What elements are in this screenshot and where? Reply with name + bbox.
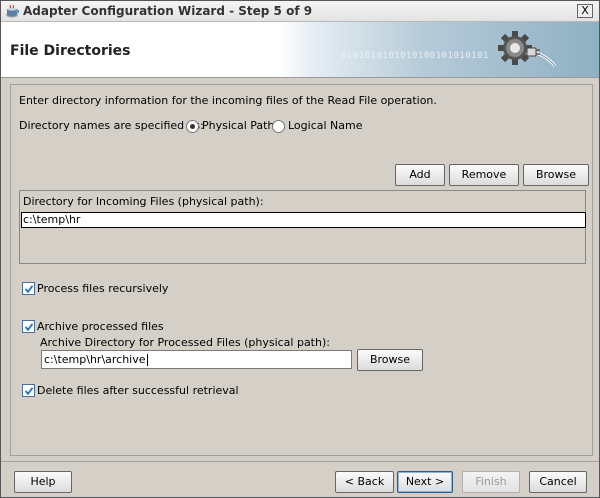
delete-label[interactable]: Delete files after successful retrieval <box>37 384 239 397</box>
archive-checkbox[interactable] <box>22 320 35 333</box>
gear-plug-icon <box>498 31 557 67</box>
finish-button: Finish <box>462 471 520 493</box>
logical-name-label[interactable]: Logical Name <box>288 119 363 132</box>
archive-dir-label: Archive Directory for Processed Files (p… <box>40 336 330 349</box>
recursive-checkbox[interactable] <box>22 282 35 295</box>
logical-name-radio[interactable] <box>272 120 285 133</box>
main-panel: Enter directory information for the inco… <box>10 84 593 456</box>
help-button[interactable]: Help <box>14 471 72 493</box>
cancel-button[interactable]: Cancel <box>529 471 587 493</box>
delete-checkbox[interactable] <box>22 384 35 397</box>
page-title: File Directories <box>10 43 131 59</box>
intro-text: Enter directory information for the inco… <box>19 94 437 107</box>
incoming-dir-field[interactable]: c:\temp\hr <box>21 212 586 228</box>
browse-archive-button[interactable]: Browse <box>357 349 423 371</box>
wizard-window: Adapter Configuration Wizard - Step 5 of… <box>0 0 600 498</box>
checkmark-icon <box>24 387 34 396</box>
naming-label: Directory names are specified as: <box>19 119 204 132</box>
add-button[interactable]: Add <box>395 164 445 186</box>
title-bar[interactable]: Adapter Configuration Wizard - Step 5 of… <box>1 1 599 22</box>
text-cursor <box>146 354 148 366</box>
wizard-header: File Directories 01010101010101001010101… <box>1 22 599 78</box>
incoming-directory-table: Directory for Incoming Files (physical p… <box>19 190 586 264</box>
footer-divider <box>1 461 599 462</box>
checkmark-icon <box>24 285 34 294</box>
physical-path-label[interactable]: Physical Path <box>202 119 274 132</box>
window-title: Adapter Configuration Wizard - Step 5 of… <box>23 4 313 18</box>
recursive-label[interactable]: Process files recursively <box>37 282 168 295</box>
banner-binary-text: 0101010101010100101010101 <box>341 51 489 61</box>
coffee-cup-icon <box>6 4 20 18</box>
close-button[interactable]: X <box>577 4 593 18</box>
browse-dir-button[interactable]: Browse <box>523 164 589 186</box>
checkmark-icon <box>24 323 34 332</box>
archive-dir-value: c:\temp\hr\archive <box>44 353 146 366</box>
back-button[interactable]: < Back <box>335 471 394 493</box>
remove-button[interactable]: Remove <box>449 164 519 186</box>
close-icon: X <box>581 4 589 17</box>
incoming-dir-header: Directory for Incoming Files (physical p… <box>23 195 264 208</box>
archive-dir-field[interactable]: c:\temp\hr\archive <box>41 350 352 369</box>
next-button[interactable]: Next > <box>397 471 453 493</box>
physical-path-radio[interactable] <box>186 120 199 133</box>
archive-label[interactable]: Archive processed files <box>37 320 164 333</box>
